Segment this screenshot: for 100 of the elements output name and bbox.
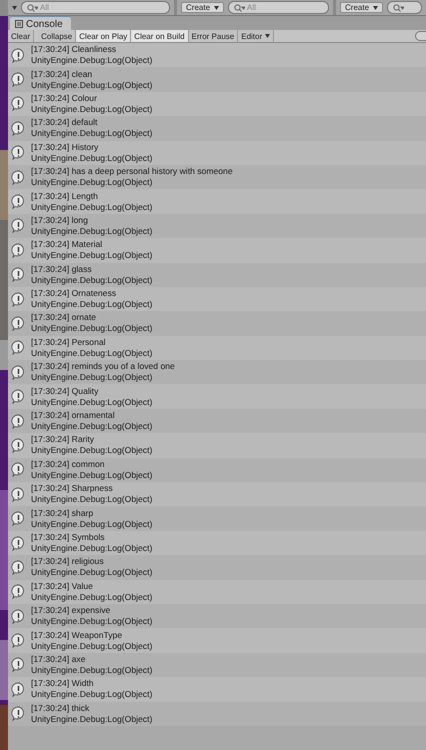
log-stack-trace: UnityEngine.Debug:Log(Object) — [31, 202, 152, 213]
log-entry[interactable]: [17:30:24] common UnityEngine.Debug:Log(Object) — [8, 458, 426, 482]
search-field[interactable] — [415, 31, 426, 41]
log-message: [17:30:24] Material — [31, 239, 104, 250]
info-icon — [11, 536, 26, 550]
caret-icon — [265, 34, 270, 38]
log-entry[interactable]: [17:30:24] thick UnityEngine.Debug:Log(Object) — [8, 702, 426, 726]
log-message: [17:30:24] sharp — [31, 508, 94, 519]
info-icon — [11, 414, 26, 429]
log-stack-trace: UnityEngine.Debug:Log(Object) — [31, 299, 152, 310]
log-message: [17:30:24] has a deep personal history with someone — [31, 166, 233, 178]
log-message: [17:30:24] reminds you of a loved one — [31, 361, 175, 372]
log-stack-trace: UnityEngine.Debug:Log(Object) — [31, 177, 154, 188]
search-icon — [234, 4, 246, 12]
log-message: [17:30:24] Value — [31, 580, 94, 592]
log-entry[interactable]: [17:30:24] Length UnityEngine.Debug:Log(Object) — [8, 189, 426, 214]
log-message: [17:30:24] ornamental — [31, 410, 116, 422]
log-stack-trace: UnityEngine.Debug:Log(Object) — [31, 250, 152, 262]
log-stack-trace: UnityEngine.Debug:Log(Object) — [31, 664, 152, 676]
info-icon — [11, 511, 26, 526]
log-message: [17:30:24] Ornateness — [31, 288, 118, 300]
info-icon — [11, 438, 26, 453]
info-icon — [11, 462, 26, 478]
log-entry[interactable]: [17:30:24] Quality UnityEngine.Debug:Log(Object) — [8, 384, 426, 409]
log-message: [17:30:24] Length — [31, 190, 99, 202]
console-tab[interactable]: Console — [10, 16, 71, 30]
info-icon — [11, 120, 26, 136]
log-message: [17:30:24] Colour — [31, 92, 98, 104]
log-entry[interactable]: [17:30:24] Rarity UnityEngine.Debug:Log(Object) — [8, 433, 426, 458]
log-entry[interactable]: [17:30:24] Ornateness UnityEngine.Debug:Log(Object) — [8, 286, 426, 312]
log-message: [17:30:24] expensive — [31, 605, 112, 616]
info-icon — [11, 72, 26, 88]
info-icon — [11, 170, 26, 185]
info-icon — [11, 96, 26, 112]
log-stack-trace: UnityEngine.Debug:Log(Object) — [31, 616, 152, 628]
search-icon — [27, 4, 38, 12]
info-icon — [11, 364, 26, 380]
create-button[interactable]: Create — [181, 2, 224, 13]
console-icon — [15, 20, 23, 28]
log-entry[interactable]: [17:30:24] Width UnityEngine.Debug:Log(Object) — [8, 677, 426, 702]
log-entry[interactable]: [17:30:24] glass UnityEngine.Debug:Log(Object) — [8, 262, 426, 287]
log-message: [17:30:24] Sharpness — [31, 483, 114, 494]
log-entry[interactable]: [17:30:24] Material UnityEngine.Debug:Log(Object) — [8, 238, 426, 263]
log-entry[interactable]: [17:30:24] Colour UnityEngine.Debug:Log(Object) — [8, 92, 426, 116]
log-stack-trace: UnityEngine.Debug:Log(Object) — [31, 80, 152, 91]
log-entry[interactable]: [17:30:24] ornate UnityEngine.Debug:Log(Object) — [8, 311, 426, 336]
log-stack-trace: UnityEngine.Debug:Log(Object) — [31, 226, 152, 237]
log-message: [17:30:24] glass — [31, 264, 93, 275]
log-message: [17:30:24] Rarity — [31, 434, 96, 446]
log-message: [17:30:24] Cleanliness — [31, 44, 118, 56]
log-entry[interactable]: [17:30:24] expensive UnityEngine.Debug:Log(Object) — [8, 604, 426, 628]
log-message: [17:30:24] thick — [31, 702, 90, 714]
log-entry[interactable]: [17:30:24] Cleanliness UnityEngine.Debug:Log(Object) — [8, 43, 426, 68]
log-entry[interactable]: [17:30:24] Value UnityEngine.Debug:Log(Object) — [8, 580, 426, 604]
log-message: [17:30:24] common — [31, 458, 106, 470]
toolbar-button[interactable]: Clear on Play — [76, 30, 132, 42]
log-entry[interactable]: [17:30:24] default UnityEngine.Debug:Log(Object) — [8, 116, 426, 141]
log-message: [17:30:24] religious — [31, 556, 105, 568]
info-icon — [11, 194, 26, 210]
log-stack-trace: UnityEngine.Debug:Log(Object) — [31, 372, 154, 384]
log-entry[interactable]: [17:30:24] has a deep personal history with someone UnityEngine.Debug:Log(Object) — [8, 164, 426, 190]
log-entry[interactable]: [17:30:24] long UnityEngine.Debug:Log(Object) — [8, 214, 426, 238]
log-entry[interactable]: [17:30:24] Personal UnityEngine.Debug:Log(Object) — [8, 336, 426, 360]
info-icon — [11, 682, 26, 697]
info-icon — [11, 657, 26, 672]
log-stack-trace: UnityEngine.Debug:Log(Object) — [31, 518, 152, 530]
info-icon — [11, 145, 26, 160]
log-stack-trace: UnityEngine.Debug:Log(Object) — [31, 323, 152, 334]
caret-icon — [12, 6, 17, 10]
log-entry[interactable]: [17:30:24] reminds you of a loved one UnityEngine.Debug:Log(Object) — [8, 360, 426, 384]
log-entry[interactable]: [17:30:24] religious UnityEngine.Debug:Log(Object) — [8, 555, 426, 580]
log-entry[interactable]: [17:30:24] WeaponType UnityEngine.Debug:Log(Object) — [8, 628, 426, 653]
info-icon — [11, 48, 26, 63]
log-stack-trace: UnityEngine.Debug:Log(Object) — [31, 689, 152, 700]
log-entry[interactable]: [17:30:24] clean UnityEngine.Debug:Log(Object) — [8, 67, 426, 92]
info-icon — [11, 706, 26, 722]
log-entry[interactable]: [17:30:24] Sharpness UnityEngine.Debug:Log(Object) — [8, 482, 426, 506]
info-icon — [11, 267, 26, 282]
log-entry[interactable]: [17:30:24] sharp UnityEngine.Debug:Log(Object) — [8, 506, 426, 531]
info-icon — [11, 316, 26, 331]
create-button[interactable]: Create — [340, 2, 384, 13]
log-stack-trace: UnityEngine.Debug:Log(Object) — [31, 445, 152, 456]
log-entry[interactable]: [17:30:24] Symbols UnityEngine.Debug:Log(Object) — [8, 530, 426, 556]
log-stack-trace: UnityEngine.Debug:Log(Object) — [31, 348, 152, 359]
info-icon — [11, 560, 26, 575]
toolbar-button[interactable]: Clear — [8, 30, 34, 42]
caret-icon — [373, 6, 378, 10]
info-icon — [11, 242, 26, 258]
log-entry[interactable]: [17:30:24] ornamental UnityEngine.Debug:Log(Object) — [8, 408, 426, 434]
log-message: [17:30:24] clean — [31, 68, 94, 80]
search-field[interactable] — [387, 1, 422, 14]
info-icon — [11, 633, 26, 648]
log-message: [17:30:24] ornate — [31, 312, 97, 324]
log-entry[interactable]: [17:30:24] History UnityEngine.Debug:Log(Object) — [8, 140, 426, 165]
log-stack-trace: UnityEngine.Debug:Log(Object) — [31, 543, 152, 554]
log-entry[interactable]: [17:30:24] axe UnityEngine.Debug:Log(Object) — [8, 652, 426, 678]
log-stack-trace: UnityEngine.Debug:Log(Object) — [31, 274, 152, 286]
toolbar-button[interactable]: Clear on Build — [131, 30, 189, 42]
caret-icon — [214, 6, 220, 10]
info-icon — [11, 486, 26, 502]
